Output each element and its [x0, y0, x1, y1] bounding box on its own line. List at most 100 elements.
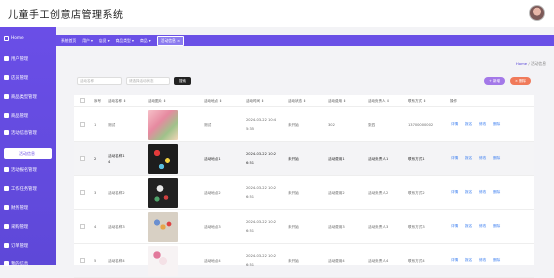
nav-home[interactable]: 系统首页 [61, 38, 76, 44]
nav-products[interactable]: 商品 ▾ [140, 38, 151, 44]
search-button[interactable]: 搜索 [174, 77, 191, 85]
sidebar-item-orders[interactable]: 订单管理 [4, 239, 28, 252]
cell-time: 2024-03-22 10:2 [246, 152, 277, 156]
col-header[interactable]: 活动名称 ⇕ [108, 99, 126, 104]
cell-time-wrap: 5:35 [246, 127, 255, 131]
delete-link[interactable]: 删除 [493, 258, 500, 263]
detail-link[interactable]: 详情 [451, 258, 458, 263]
delete-link[interactable]: 删除 [493, 224, 500, 229]
sidebar-item-label: 财务管理 [11, 205, 29, 211]
sidebar-item-users[interactable]: 用户管理 [4, 52, 28, 65]
table-row[interactable]: 3 活动名称2 活动地点2 2024-03-22 10:2 6:51 未开始 活动费用2 活动… [74, 176, 534, 210]
nav-tab-activity-info[interactable]: 活动信息 × [156, 35, 185, 46]
delete-button[interactable]: × 删除 [510, 77, 531, 85]
cell-status: 未开始 [288, 123, 299, 127]
cell-no: 2 [94, 157, 97, 161]
table-row[interactable]: 4 活动名称3 活动地点3 2024-03-22 10:2 6:51 未开始 活动费用3 活动… [74, 210, 534, 244]
activity-image [148, 110, 178, 140]
col-header[interactable]: 活动费用 ⇕ [328, 99, 346, 104]
detail-link[interactable]: 详情 [451, 122, 458, 127]
activity-icon [4, 130, 9, 135]
signup-link[interactable]: 报名 [465, 156, 472, 161]
cell-no: 1 [94, 123, 97, 127]
nav-clerks[interactable]: 店员 ▾ [99, 38, 110, 44]
add-button[interactable]: + 新增 [484, 77, 505, 85]
sidebar-item-label: 商品管理 [11, 113, 29, 119]
col-header[interactable]: 联系方式 ⇕ [408, 99, 426, 104]
col-header[interactable]: 活动地点 ⇕ [204, 99, 222, 104]
sidebar-item-tasks[interactable]: 工作任务管理 [4, 182, 37, 195]
user-icon [4, 56, 9, 61]
sidebar-item-my-info[interactable]: 我的信息 [4, 257, 28, 270]
breadcrumb-home[interactable]: Home [516, 61, 527, 66]
sidebar-item-signups[interactable]: 活动报名管理 [4, 163, 37, 176]
col-header[interactable]: 活动图片 ⇕ [148, 99, 166, 104]
cell-status: 未开始 [288, 157, 299, 161]
sidebar-item-label: 用户管理 [11, 56, 29, 62]
sidebar-item-label: 订单管理 [11, 243, 29, 249]
top-nav: 系统首页 用户 ▾ 店员 ▾ 商品类型 ▾ 商品 ▾ 活动信息 × [56, 35, 554, 46]
sidebar-item-clerks[interactable]: 店员管理 [4, 71, 28, 84]
cell-fee: 活动费用4 [328, 259, 345, 263]
col-header[interactable]: 活动状态 ⇕ [288, 99, 306, 104]
row-checkbox[interactable] [80, 224, 85, 229]
avatar[interactable] [529, 5, 545, 21]
sidebar-item-purchase[interactable]: 采购管理 [4, 220, 28, 233]
sidebar-item-activities[interactable]: 活动信息管理 [4, 126, 37, 139]
edit-link[interactable]: 修改 [479, 258, 486, 263]
signup-link[interactable]: 报名 [465, 258, 472, 263]
table-row[interactable]: 1 测试 测试 2024-03-22 10:4 5:35 未开始 302 张四 13700000… [74, 108, 534, 142]
col-header[interactable]: 活动负责人 ⇕ [368, 99, 390, 104]
cell-location: 活动地点3 [204, 225, 221, 229]
signup-link[interactable]: 报名 [465, 190, 472, 195]
table-row[interactable]: 5 活动名称4 活动地点4 2024-03-22 10:2 6:51 未开始 活动费用4 活动… [74, 244, 534, 278]
cell-time-wrap: 6:51 [246, 263, 255, 267]
delete-link[interactable]: 删除 [493, 122, 500, 127]
cell-location: 活动地点4 [204, 259, 221, 263]
delete-link[interactable]: 删除 [493, 190, 500, 195]
sidebar-item-label: 采购管理 [11, 224, 29, 230]
sidebar-item-home[interactable]: Home [4, 32, 24, 45]
cell-time-wrap: 6:51 [246, 195, 255, 199]
sidebar-item-label: 店员管理 [11, 75, 29, 81]
cell-name-wrap: 4 [108, 160, 111, 164]
edit-link[interactable]: 修改 [479, 122, 486, 127]
sidebar-item-label: Home [11, 36, 24, 41]
signup-icon [4, 167, 9, 172]
edit-link[interactable]: 修改 [479, 190, 486, 195]
row-checkbox[interactable] [80, 190, 85, 195]
activity-image [148, 212, 178, 242]
edit-link[interactable]: 修改 [479, 156, 486, 161]
cell-time-wrap: 6:51 [246, 161, 255, 165]
col-header[interactable]: 活动时间 ⇕ [246, 99, 264, 104]
cell-owner: 活动负责人2 [368, 191, 389, 195]
row-checkbox[interactable] [80, 258, 85, 263]
cell-fee: 活动费用1 [328, 157, 345, 161]
sidebar-item-label: 我的信息 [11, 261, 29, 267]
sidebar-item-finance[interactable]: 财务管理 [4, 201, 28, 214]
activity-name-input[interactable]: 活动名称 [77, 77, 122, 85]
select-all-checkbox[interactable] [80, 98, 85, 103]
nav-product-types[interactable]: 商品类型 ▾ [116, 38, 134, 44]
sidebar-item-product-types[interactable]: 商品类型管理 [4, 90, 37, 103]
cell-no: 4 [94, 225, 97, 229]
signup-link[interactable]: 报名 [465, 122, 472, 127]
cell-name: 活动名称4 [108, 259, 125, 263]
cell-status: 未开始 [288, 259, 299, 263]
col-header: 操作 [450, 99, 457, 103]
signup-link[interactable]: 报名 [465, 224, 472, 229]
row-checkbox[interactable] [80, 156, 85, 161]
cell-time: 2024-03-22 10:2 [246, 220, 277, 224]
edit-link[interactable]: 修改 [479, 224, 486, 229]
delete-link[interactable]: 删除 [493, 156, 500, 161]
row-checkbox[interactable] [80, 122, 85, 127]
nav-users[interactable]: 用户 ▾ [82, 38, 93, 44]
detail-link[interactable]: 详情 [451, 190, 458, 195]
activity-status-select[interactable]: 请选择活动状态 [126, 77, 170, 85]
sidebar-item-products[interactable]: 商品管理 [4, 109, 28, 122]
clerk-icon [4, 75, 9, 80]
sidebar-subitem-activity-info[interactable]: 活动信息 [4, 148, 52, 159]
table-row[interactable]: 2 活动名称1 4 活动地点1 2024-03-22 10:2 6:51 未开始 活动费用1 活… [74, 142, 534, 176]
detail-link[interactable]: 详情 [451, 224, 458, 229]
detail-link[interactable]: 详情 [451, 156, 458, 161]
